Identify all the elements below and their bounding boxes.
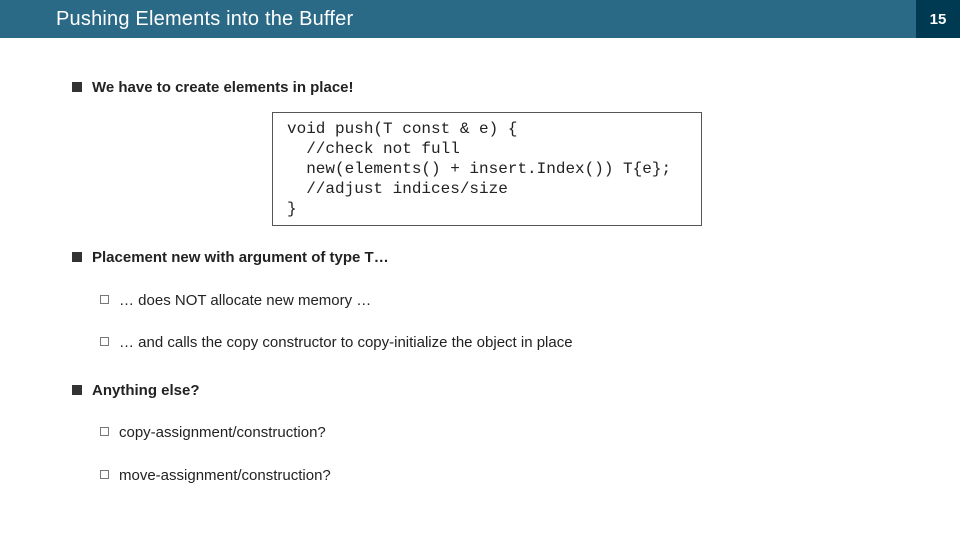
bullet-item: … and calls the copy constructor to copy… — [100, 333, 888, 353]
square-bullet-icon — [72, 252, 82, 262]
bullet-text: … and calls the copy constructor to copy… — [119, 333, 573, 353]
bullet-item: move-assignment/construction? — [100, 466, 888, 486]
slide-title: Pushing Elements into the Buffer — [0, 0, 916, 38]
bullet-text: Anything else? — [92, 381, 200, 401]
bullet-item: Anything else? — [72, 381, 888, 401]
bullet-item: Placement new with argument of type T… — [72, 248, 888, 268]
slide-body: We have to create elements in place! voi… — [0, 38, 960, 486]
bullet-item: We have to create elements in place! — [72, 78, 888, 98]
bullet-text: We have to create elements in place! — [92, 78, 354, 98]
bullet-item: copy-assignment/construction? — [100, 423, 888, 443]
slide-number: 15 — [916, 0, 960, 38]
square-bullet-icon — [100, 470, 109, 479]
square-bullet-icon — [100, 427, 109, 436]
bullet-text: … does NOT allocate new memory … — [119, 291, 371, 311]
slide-header: Pushing Elements into the Buffer 15 — [0, 0, 960, 38]
square-bullet-icon — [72, 385, 82, 395]
bullet-text: Placement new with argument of type T… — [92, 248, 389, 268]
square-bullet-icon — [100, 295, 109, 304]
bullet-text: copy-assignment/construction? — [119, 423, 326, 443]
bullet-text: move-assignment/construction? — [119, 466, 331, 486]
bullet-item: … does NOT allocate new memory … — [100, 291, 888, 311]
square-bullet-icon — [72, 82, 82, 92]
code-block: void push(T const & e) { //check not ful… — [272, 112, 702, 226]
square-bullet-icon — [100, 337, 109, 346]
